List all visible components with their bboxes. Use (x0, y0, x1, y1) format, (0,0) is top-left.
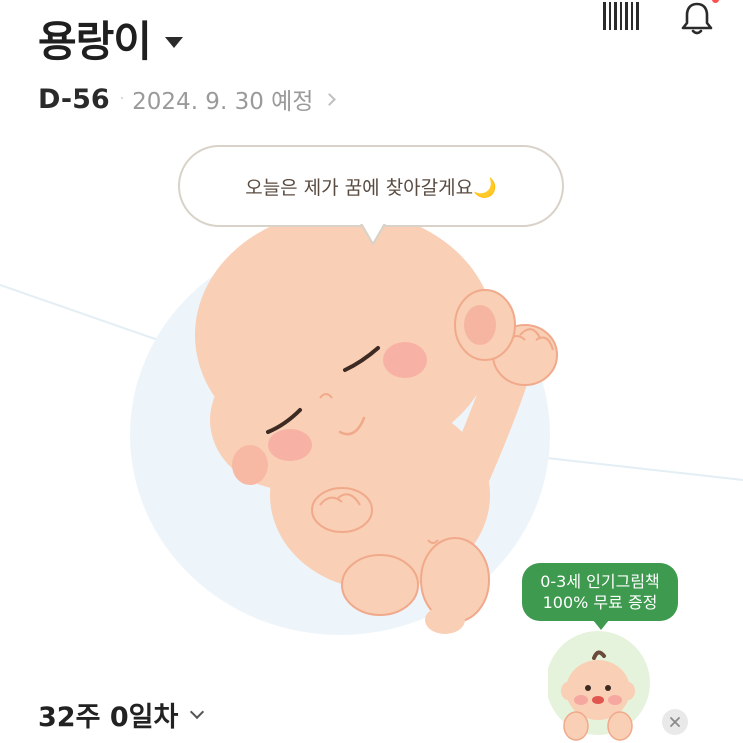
pregnancy-week-selector[interactable]: 32주 0일차 (38, 695, 205, 734)
close-icon (670, 717, 680, 727)
baby-message-text: 오늘은 제가 꿈에 찾아갈게요🌙 (245, 176, 497, 199)
separator-dot: · (119, 91, 125, 107)
caret-down-icon (164, 37, 183, 48)
close-promo-button[interactable] (662, 709, 688, 735)
baby-name-title: 용랑이 (38, 17, 152, 66)
chevron-right-icon (323, 92, 337, 106)
barcode-icon (603, 2, 639, 30)
promo-line-1: 0-3세 인기그림책 (540, 572, 660, 591)
notification-badge (712, 0, 719, 3)
bell-icon (681, 2, 713, 35)
pregnancy-week-label: 32주 0일차 (38, 702, 179, 733)
free-picture-book-promo[interactable]: 0-3세 인기그림책 100% 무료 증정 (522, 563, 678, 621)
notification-button[interactable] (679, 0, 719, 40)
baby-name-selector[interactable]: 용랑이 (38, 8, 183, 69)
due-date: 2024. 9. 30 예정 (132, 89, 314, 115)
promo-line-2: 100% 무료 증정 (542, 593, 658, 612)
due-date-row[interactable]: D-56 · 2024. 9. 30 예정 (38, 82, 337, 116)
promo-baby-avatar[interactable] (548, 628, 658, 743)
chevron-down-icon (190, 704, 205, 719)
baby-message-bubble[interactable]: 오늘은 제가 꿈에 찾아갈게요🌙 (178, 145, 564, 227)
bubble-tail-fill (362, 223, 384, 242)
barcode-button[interactable] (601, 0, 641, 38)
dday-count: D-56 (38, 83, 110, 115)
